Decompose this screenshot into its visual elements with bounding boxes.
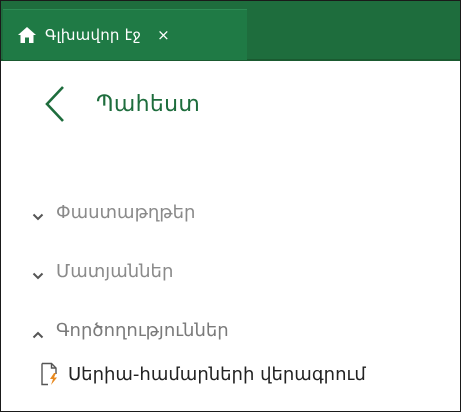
page-title: Պահեստ <box>96 91 201 117</box>
chevron-down-icon <box>32 266 44 279</box>
chevron-up-icon <box>32 325 44 338</box>
close-icon[interactable]: × <box>157 27 170 43</box>
home-icon <box>17 25 37 45</box>
action-serial-reassign-label: Սերիա-համարների վերագրում <box>68 363 366 385</box>
section-journals-label: Մատյաններ <box>56 261 174 282</box>
section-journals[interactable]: Մատյաններ <box>32 261 173 282</box>
document-edit-icon <box>40 362 60 386</box>
chevron-left-icon <box>44 84 66 124</box>
tab-home[interactable]: Գլխավոր էջ × <box>3 9 247 60</box>
tab-bar: Գլխավոր էջ × <box>1 1 460 61</box>
section-operations[interactable]: Գործողություններ <box>32 320 229 341</box>
section-documents-label: Փաստաթղթեր <box>56 202 196 223</box>
back-button[interactable]: Պահեստ <box>44 82 200 126</box>
chevron-down-icon <box>32 207 44 220</box>
action-serial-reassign[interactable]: Սերիա-համարների վերագրում <box>40 362 366 386</box>
section-documents[interactable]: Փաստաթղթեր <box>32 202 195 223</box>
section-operations-label: Գործողություններ <box>56 320 229 341</box>
tab-home-label: Գլխավոր էջ <box>45 26 142 44</box>
